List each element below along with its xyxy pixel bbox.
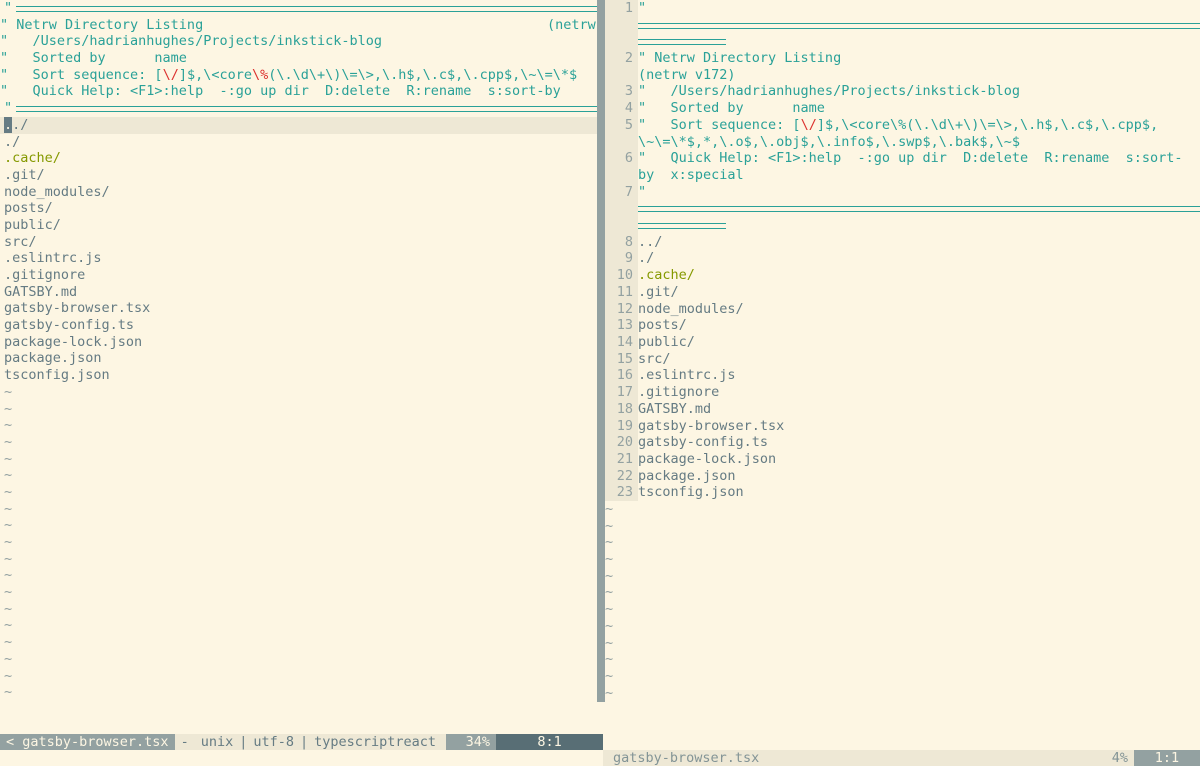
file-entry[interactable]: 13 posts/ xyxy=(605,317,1200,334)
header-quick-help-wrap: by x:special xyxy=(638,167,744,183)
header-rule-wrap xyxy=(638,33,1200,50)
header-title: " Netrw Directory Listing (netrw xyxy=(0,16,596,33)
status-filetype: typescriptreact xyxy=(308,734,443,750)
file-entry[interactable]: tsconfig.json xyxy=(0,367,597,384)
file-entry[interactable]: 23 tsconfig.json xyxy=(605,484,1200,502)
header-rule-top: " xyxy=(0,0,597,17)
file-entry[interactable]: .gitignore xyxy=(0,267,597,284)
file-entry[interactable]: package.json xyxy=(0,350,597,367)
header-rule-bottom: " xyxy=(0,100,597,117)
file-entry[interactable]: gatsby-config.ts xyxy=(0,317,597,334)
file-entry[interactable]: src/ xyxy=(0,234,597,251)
header-rule xyxy=(638,17,1200,34)
file-entry[interactable]: public/ xyxy=(0,217,597,234)
file-entry[interactable]: 17 .gitignore xyxy=(605,384,1200,401)
file-entry[interactable]: .eslintrc.js xyxy=(0,250,597,267)
line-number: 3 xyxy=(605,83,638,101)
file-entry[interactable]: 12 node_modules/ xyxy=(605,300,1200,318)
cursor: . xyxy=(4,116,13,133)
status-line-left[interactable]: < gatsby-browser.tsx - unix | utf-8 | ty… xyxy=(0,734,603,750)
header-quick-help: " Quick Help: <F1>:help -:go up dir D:de… xyxy=(0,83,561,100)
file-entry[interactable]: 10 .cache/ xyxy=(605,267,1200,284)
status-cursor-pos: 1:1 xyxy=(1134,750,1200,766)
header-path: " /Users/hadrianhughes/Projects/inkstick… xyxy=(638,83,1021,100)
status-modified: - xyxy=(174,734,195,750)
header-sort-seq-wrap: \~\=\*$,*,\.o$,\.obj$,\.info$,\.swp$,\.b… xyxy=(638,133,1021,150)
status-filename: gatsby-browser.tsx xyxy=(613,750,760,766)
empty-lines: ~ ~ ~ ~ ~ ~ ~ ~ ~ ~ ~ ~ xyxy=(605,501,614,701)
status-line-right[interactable]: gatsby-browser.tsx 4% 1:1 xyxy=(603,750,1200,766)
file-entry[interactable]: ./ xyxy=(0,134,597,151)
vertical-split-divider[interactable] xyxy=(597,0,605,702)
file-entry[interactable]: posts/ xyxy=(0,200,597,217)
file-entry[interactable]: node_modules/ xyxy=(0,184,597,201)
header-quote: " xyxy=(638,0,647,16)
line-number: 5 xyxy=(605,116,638,134)
header-rule-bottom-wrap xyxy=(638,217,1200,234)
left-netrw-pane[interactable]: " " Netrw Directory Listing (netrw " /Use… xyxy=(0,0,597,702)
header-sorted: " Sorted by name xyxy=(638,100,825,117)
file-entry[interactable]: 11 .git/ xyxy=(605,283,1200,301)
status-fileformat: unix xyxy=(194,734,240,750)
file-entry[interactable]: 14 public/ xyxy=(605,334,1200,351)
file-entry[interactable]: 18 GATSBY.md xyxy=(605,400,1200,418)
line-number: 6 xyxy=(605,150,638,167)
file-entry[interactable]: 8 ../ xyxy=(605,233,1200,251)
file-entry[interactable]: 20 gatsby-config.ts xyxy=(605,434,1200,451)
header-sort-seq: " Sort sequence: [\/]$,\<core\%(\.\d\+\)… xyxy=(638,116,1159,133)
status-filename: < gatsby-browser.tsx xyxy=(6,734,169,750)
line-number: 1 xyxy=(605,0,638,17)
line-number: 7 xyxy=(605,183,638,201)
header-title: " Netrw Directory Listing xyxy=(638,50,842,67)
header-quick-help: " Quick Help: <F1>:help -:go up dir D:de… xyxy=(638,150,1183,167)
line-number: 4 xyxy=(605,100,638,117)
file-entry[interactable]: 15 src/ xyxy=(605,350,1200,368)
line-number: 2 xyxy=(605,50,638,67)
file-entry[interactable]: package-lock.json xyxy=(0,334,597,351)
file-entry[interactable]: 16 .eslintrc.js xyxy=(605,367,1200,385)
status-percent: 34% xyxy=(465,734,491,750)
empty-lines: ~ ~ ~ ~ ~ ~ ~ ~ ~ ~ ~ ~ ~ ~ ~ ~ ~ ~ ~ xyxy=(4,383,13,701)
file-entry[interactable]: 9 ./ xyxy=(605,250,1200,268)
file-entry[interactable]: GATSBY.md xyxy=(0,284,597,301)
header-path: " /Users/hadrianhughes/Projects/inkstick… xyxy=(0,33,383,50)
file-entry[interactable]: 21 package-lock.json xyxy=(605,450,1200,468)
header-title-wrap: (netrw v172) xyxy=(638,66,736,83)
file-entry[interactable]: 19 gatsby-browser.tsx xyxy=(605,417,1200,435)
right-netrw-pane[interactable]: 1 " 2 " Netrw Directory Listing (netrw v17… xyxy=(605,0,1200,702)
header-quote: " xyxy=(638,183,647,200)
status-encoding: utf-8 xyxy=(247,734,300,750)
file-entry[interactable]: .git/ xyxy=(0,167,597,184)
file-entry[interactable]: 22 package.json xyxy=(605,467,1200,485)
status-percent: 4% xyxy=(1111,750,1128,766)
file-entry-parent[interactable]: ../ xyxy=(0,116,597,134)
header-sort-seq: " Sort sequence: [\/]$,\<core\%(\.\d\+\)… xyxy=(0,66,578,83)
status-cursor-pos: 8:1 xyxy=(496,734,603,750)
header-sorted: " Sorted by name xyxy=(0,50,187,67)
header-rule-bottom xyxy=(638,200,1200,217)
file-entry[interactable]: .cache/ xyxy=(0,150,597,167)
file-entry[interactable]: gatsby-browser.tsx xyxy=(0,300,597,317)
status-bar: < gatsby-browser.tsx - unix | utf-8 | ty… xyxy=(0,702,1200,766)
